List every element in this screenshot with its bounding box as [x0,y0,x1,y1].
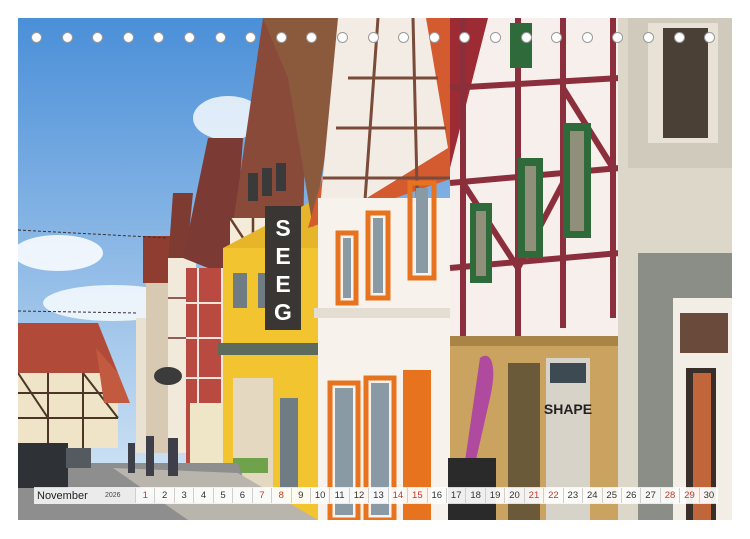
binding-ring [306,32,318,43]
day-cells: 1 2 3 4 5 6 7 8 9 10 11 12 13 14 15 16 17 18 19 20 21 22 23 24 2… [135,488,719,503]
shape-shop-sign: SHAPE [544,401,592,417]
binding-ring [367,32,379,43]
day-cell: 26 [620,488,641,503]
day-cell: 8 [271,488,291,503]
day-cell: 30 [698,488,719,503]
day-cell: 15 [407,488,427,503]
binding-ring [643,32,654,43]
day-cell: 28 [659,488,680,503]
day-cell: 5 [212,488,233,503]
hanging-sign-icon [154,367,182,385]
spiral-binding [18,30,732,50]
seeg-sign-letter-s: S [275,215,290,241]
binding-ring [61,32,73,43]
binding-ring [153,32,165,43]
day-cell: 27 [640,488,660,503]
day-cell: 17 [446,488,466,503]
day-cell: 3 [173,488,194,503]
binding-ring [31,32,42,43]
day-cell: 16 [426,488,446,503]
street-photo: S E E G SHAPE [18,18,732,520]
half-timbered-street-illustration: S E E G SHAPE [18,18,732,520]
calendar-strip: November 2026 1 2 3 4 5 6 7 8 9 10 11 12 13 14 15 16 17 1… [34,487,719,504]
calendar-page: S E E G SHAPE November 2026 1 2 3 4 5 6 … [0,0,750,539]
day-cell: 1 [135,488,155,503]
day-cell: 4 [193,488,213,503]
binding-ring [704,32,716,43]
binding-ring [459,32,471,43]
month-label: November [37,489,88,502]
day-cell: 25 [601,488,621,503]
binding-ring [428,32,440,43]
day-cell: 21 [523,488,544,503]
binding-ring [673,32,685,43]
day-cell: 7 [251,488,272,503]
binding-ring [398,32,410,43]
binding-ring [122,32,134,43]
day-cell: 23 [562,488,583,503]
day-cell: 29 [679,488,699,503]
binding-ring [92,32,104,43]
binding-ring [581,32,593,43]
binding-ring [612,32,624,43]
binding-ring [490,32,501,43]
binding-ring [520,32,532,43]
seeg-sign-letter-e2: E [275,271,290,297]
seeg-sign-letter-g: G [274,299,292,325]
binding-ring [275,32,287,43]
binding-ring [214,32,226,43]
day-cell: 22 [543,488,563,503]
day-cell: 20 [504,488,524,503]
day-cell: 24 [582,488,602,503]
day-cell: 9 [290,488,310,503]
day-cell: 11 [329,488,349,503]
day-cell: 2 [154,488,174,503]
year-label: 2026 [105,492,121,499]
binding-ring [337,32,348,43]
day-cell: 13 [368,488,388,503]
day-cell: 6 [232,488,252,503]
day-cell: 19 [484,488,505,503]
day-cell: 14 [387,488,408,503]
day-cell: 10 [309,488,330,503]
binding-ring [184,32,195,43]
seeg-sign-letter-e1: E [275,243,290,269]
binding-ring [245,32,257,43]
binding-ring [551,32,563,43]
day-cell: 18 [465,488,485,503]
day-cell: 12 [348,488,369,503]
